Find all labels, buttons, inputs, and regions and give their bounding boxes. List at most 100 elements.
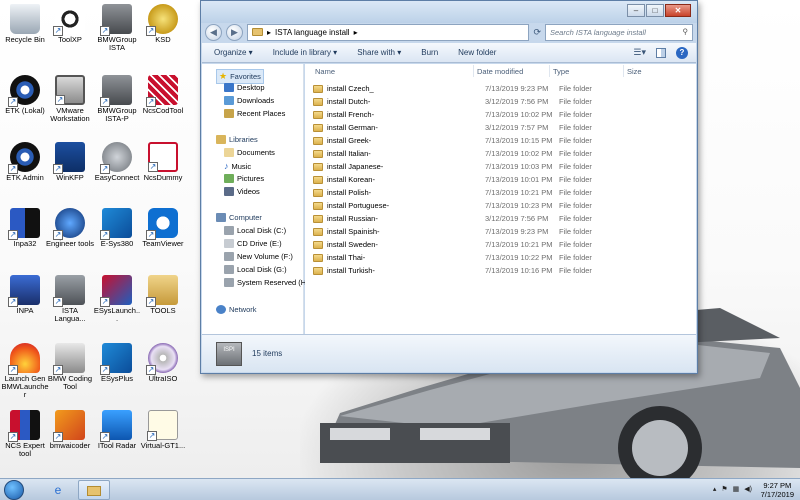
desktop-icon-etk-lokal[interactable]: ↗ ETK (Lokal) xyxy=(1,75,49,115)
file-row[interactable]: install Italian- 7/13/2019 10:02 PM File f… xyxy=(313,147,683,160)
maximize-button[interactable]: □ xyxy=(646,4,664,17)
nav-libraries[interactable]: Libraries xyxy=(216,135,258,144)
desktop-icon-engineer-tools[interactable]: ↗ Engineer tools xyxy=(46,208,94,248)
file-row[interactable]: install Korean- 7/13/2019 10:01 PM File fo… xyxy=(313,173,683,186)
nav-favorites[interactable]: ★ Favorites xyxy=(216,69,264,84)
file-row[interactable]: install Greek- 7/13/2019 10:15 PM File fol… xyxy=(313,134,683,147)
drive-icon xyxy=(224,265,234,274)
esys-icon: ↗ xyxy=(100,208,132,240)
file-type: File folder xyxy=(559,253,592,262)
column-header-date[interactable]: Date modified xyxy=(477,67,523,76)
column-separator[interactable] xyxy=(623,65,624,77)
nav-system-reserved-h[interactable]: System Reserved (H: xyxy=(224,278,308,287)
forward-button[interactable]: ▶ xyxy=(226,23,243,41)
network-tray-icon[interactable]: ▦ xyxy=(733,485,740,493)
file-row[interactable]: install Japanese- 7/13/2019 10:03 PM File … xyxy=(313,160,683,173)
desktop-icon-inpa32[interactable]: ↗ Inpa32 xyxy=(1,208,49,248)
ista-folder-icon: ISPI xyxy=(216,341,242,366)
file-row[interactable]: install Spainish- 7/13/2019 9:23 PM File f… xyxy=(313,225,683,238)
include-in-library-menu[interactable]: Include in library ▾ xyxy=(273,48,338,57)
preview-pane-icon[interactable] xyxy=(656,47,666,58)
desktop-icon-inpa[interactable]: ↗ INPA xyxy=(1,275,49,315)
desktop-icon-ista-language[interactable]: ↗ ISTA Langua... xyxy=(46,275,94,323)
tray-arrow-icon[interactable]: ▴ xyxy=(713,485,717,493)
column-separator[interactable] xyxy=(473,65,474,77)
nav-pictures[interactable]: Pictures xyxy=(224,174,264,183)
file-type: File folder xyxy=(559,240,592,249)
desktop-icon-easyconnect[interactable]: ↗ EasyConnect xyxy=(93,142,141,182)
nav-recent-places[interactable]: Recent Places xyxy=(224,109,285,118)
desktop-icon-esyslauncher[interactable]: ↗ ESysLaunch... xyxy=(93,275,141,323)
desktop-icon-ncsdummy[interactable]: ↗ NcsDummy xyxy=(139,142,187,182)
internet-explorer-icon[interactable]: e xyxy=(42,480,74,500)
views-icon[interactable]: ☰▾ xyxy=(633,47,646,58)
desktop-icon-ncscodtool[interactable]: ↗ NcsCodTool xyxy=(139,75,187,115)
minimize-button[interactable]: – xyxy=(627,4,645,17)
nav-network[interactable]: Network xyxy=(216,305,257,314)
desktop-icon-bmw-coding-tool[interactable]: ↗ BMW Coding Tool xyxy=(46,343,94,391)
window-controls: – □ ✕ xyxy=(627,4,691,17)
search-input[interactable]: Search ISTA language install ⚲ xyxy=(545,23,693,41)
start-button[interactable] xyxy=(4,480,24,500)
desktop-icon-etk-admin[interactable]: ↗ ETK Admin xyxy=(1,142,49,182)
desktop-icon-vmware[interactable]: ↗ VMware Workstation xyxy=(46,75,94,123)
flag-icon[interactable]: ⚑ xyxy=(721,485,727,493)
nav-cd-drive-e[interactable]: CD Drive (E:) xyxy=(224,239,282,248)
desktop-icon-recycle-bin[interactable]: Recycle Bin xyxy=(1,4,49,44)
refresh-icon[interactable]: ⟳ xyxy=(533,27,541,38)
desktop-icon-itoolradar[interactable]: ↗ ITool Radar xyxy=(93,410,141,450)
nav-downloads[interactable]: Downloads xyxy=(224,96,274,105)
file-row[interactable]: install Russian- 3/12/2019 7:56 PM File fo… xyxy=(313,212,683,225)
column-header-name[interactable]: Name xyxy=(315,67,335,76)
file-row[interactable]: install Portuguese- 7/13/2019 10:23 PM Fil… xyxy=(313,199,683,212)
nav-computer[interactable]: Computer xyxy=(216,213,262,222)
volume-icon[interactable]: ◀) xyxy=(744,485,752,493)
nav-videos[interactable]: Videos xyxy=(224,187,260,196)
desktop-icon-ultraiso[interactable]: ↗ UltraISO xyxy=(139,343,187,383)
file-row[interactable]: install Sweden- 7/13/2019 10:21 PM File fo… xyxy=(313,238,683,251)
desktop-icon-ksd[interactable]: ↗ KSD xyxy=(139,4,187,44)
burn-button[interactable]: Burn xyxy=(421,48,438,57)
share-with-menu[interactable]: Share with ▾ xyxy=(357,48,401,57)
nav-new-volume-f[interactable]: New Volume (F:) xyxy=(224,252,293,261)
title-bar[interactable]: – □ ✕ xyxy=(201,1,697,23)
desktop-icon-ncs-expert[interactable]: ↗ NCS Expert tool xyxy=(1,410,49,458)
file-date: 7/13/2019 10:22 PM xyxy=(485,253,553,262)
organize-menu[interactable]: Organize ▾ xyxy=(214,48,253,57)
nav-local-disk-g[interactable]: Local Disk (G:) xyxy=(224,265,287,274)
desktop-icon-tools[interactable]: ↗ TOOLS xyxy=(139,275,187,315)
folder-icon xyxy=(313,136,323,145)
column-separator[interactable] xyxy=(549,65,550,77)
file-row[interactable]: install German- 3/12/2019 7:57 PM File fol… xyxy=(313,121,683,134)
file-row[interactable]: install Thai- 7/13/2019 10:22 PM File fold… xyxy=(313,251,683,264)
desktop-icon-launch-gen[interactable]: ↗ Launch Gen BMWLauncher xyxy=(1,343,49,399)
drive-icon xyxy=(224,278,234,287)
desktop-icon-esysplus[interactable]: ↗ ESysPlus xyxy=(93,343,141,383)
new-folder-button[interactable]: New folder xyxy=(458,48,496,57)
column-header-size[interactable]: Size xyxy=(627,67,642,76)
help-icon[interactable]: ? xyxy=(676,46,688,59)
nav-music[interactable]: ♪ Music xyxy=(224,161,251,171)
desktop-icon-ista-p[interactable]: ↗ BMWGroup ISTA-P xyxy=(93,75,141,123)
desktop-icon-teamviewer[interactable]: ↗ TeamViewer xyxy=(139,208,187,248)
file-row[interactable]: install Turkish- 7/13/2019 10:16 PM File f… xyxy=(313,264,683,277)
file-row[interactable]: install Czech_ 7/13/2019 9:23 PM File fold… xyxy=(313,82,683,95)
file-row[interactable]: install Polish- 7/13/2019 10:21 PM File fo… xyxy=(313,186,683,199)
file-row[interactable]: install Dutch- 3/12/2019 7:56 PM File fold… xyxy=(313,95,683,108)
column-header-type[interactable]: Type xyxy=(553,67,569,76)
desktop-icon-ista[interactable]: ↗ BMWGroup ISTA xyxy=(93,4,141,52)
clock[interactable]: 9:27 PM 7/17/2019 xyxy=(761,481,794,499)
file-row[interactable]: install French- 7/13/2019 10:02 PM File fo… xyxy=(313,108,683,121)
address-bar[interactable]: ▸ ISTA language install ▸ xyxy=(247,23,530,41)
desktop-icon-winkfp[interactable]: ↗ WinKFP xyxy=(46,142,94,182)
nav-documents[interactable]: Documents xyxy=(224,148,275,157)
nav-local-disk-c[interactable]: Local Disk (C:) xyxy=(224,226,286,235)
back-button[interactable]: ◀ xyxy=(205,23,222,41)
explorer-taskbar-button[interactable] xyxy=(78,480,110,500)
nav-desktop[interactable]: Desktop xyxy=(224,83,265,92)
desktop-icon-toolxp[interactable]: ↗ ToolXP xyxy=(46,4,94,44)
desktop-icon-virtual-gt1[interactable]: ↗ Virtual-GT1... xyxy=(139,410,187,450)
desktop-icon-bmwaicoder[interactable]: ↗ bmwaicoder xyxy=(46,410,94,450)
close-button[interactable]: ✕ xyxy=(665,4,691,17)
desktop-icon-esys380[interactable]: ↗ E-Sys380 xyxy=(93,208,141,248)
